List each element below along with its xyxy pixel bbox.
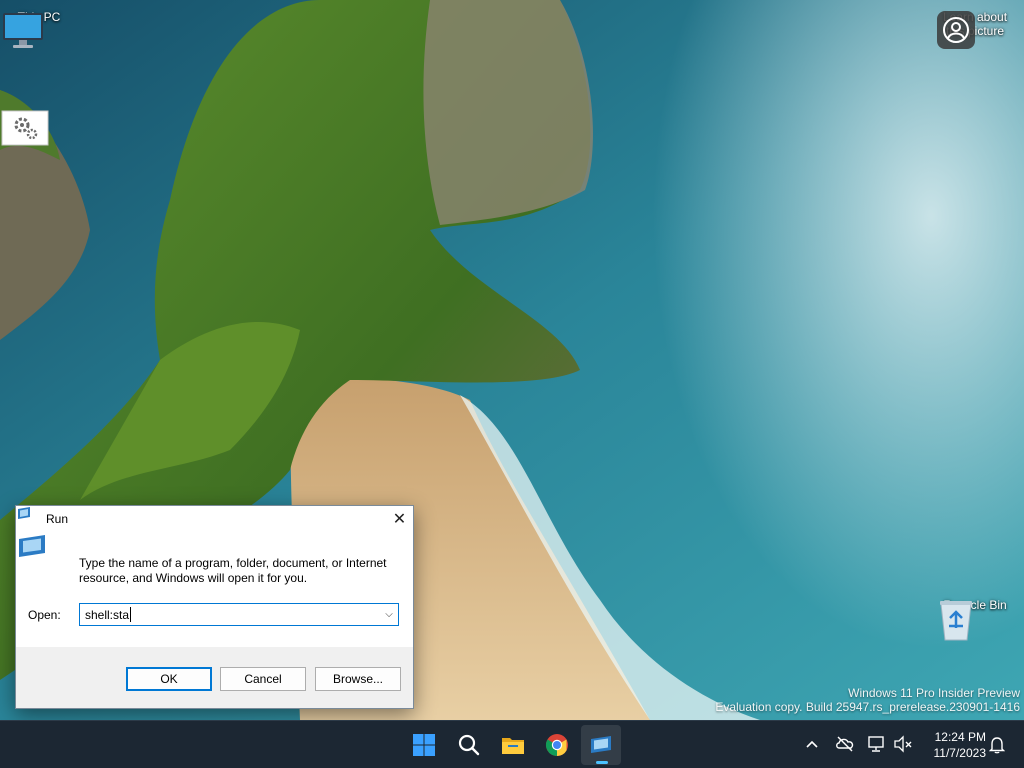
run-taskbar-button[interactable]: [581, 725, 621, 765]
taskbar: 12:24 PM 11/7/2023: [0, 720, 1024, 768]
run-body: Type the name of a program, folder, docu…: [16, 533, 413, 647]
start-button[interactable]: [404, 725, 444, 765]
desktop-icon-learn-about-picture[interactable]: Learn about this picture: [936, 10, 1014, 49]
watermark-line: Windows 11 Pro Insider Preview: [848, 686, 1020, 700]
watermark-line: Evaluation copy. Build 25947.rs_prerelea…: [715, 700, 1020, 714]
run-description: Type the name of a program, folder, docu…: [79, 556, 387, 585]
open-input-value[interactable]: shell:sta: [85, 608, 129, 622]
active-app-indicator: [596, 761, 608, 764]
chevron-down-icon: ⌵: [385, 609, 393, 620]
close-icon: ✕: [392, 511, 407, 528]
notification-bell-icon[interactable]: [989, 736, 1005, 754]
system-clock[interactable]: 12:24 PM 11/7/2023: [922, 729, 987, 761]
desktop-icon-this-pc[interactable]: This PC: [1, 10, 77, 48]
chrome-icon: [546, 734, 568, 756]
monitor-icon: [3, 13, 43, 48]
file-explorer-icon: [502, 738, 524, 754]
camera-info-icon: [937, 11, 975, 49]
network-icon[interactable]: [867, 735, 887, 753]
recycle-bin-icon: [940, 601, 972, 641]
desktop: This PC a Learn about this picture Recyc…: [0, 0, 1024, 720]
run-title: Run: [46, 512, 69, 526]
file-explorer-button[interactable]: [493, 725, 533, 765]
chevron-up-icon[interactable]: [805, 738, 819, 752]
chrome-button[interactable]: [537, 725, 577, 765]
onedrive-offline-icon[interactable]: [835, 735, 855, 753]
open-dropdown-button[interactable]: ⌵: [381, 605, 397, 624]
build-watermark: Windows 11 Pro Insider Preview Evaluatio…: [715, 686, 1020, 714]
open-input[interactable]: shell:sta ⌵: [79, 603, 399, 626]
settings-shortcut-icon: [1, 110, 49, 146]
browse-button[interactable]: Browse...: [315, 667, 401, 691]
run-app-icon: [18, 507, 30, 519]
run-app-icon: [19, 535, 45, 557]
text-caret: [130, 607, 131, 622]
volume-muted-icon[interactable]: [893, 735, 913, 753]
ok-button[interactable]: OK: [126, 667, 212, 691]
search-icon: [458, 734, 480, 756]
desktop-icon-a[interactable]: a: [1, 110, 77, 146]
search-button[interactable]: [449, 725, 489, 765]
cancel-button[interactable]: Cancel: [220, 667, 306, 691]
run-app-icon: [591, 736, 611, 753]
close-button[interactable]: ✕: [386, 506, 413, 533]
windows-start-icon: [413, 734, 435, 756]
run-titlebar[interactable]: Run ✕: [16, 506, 413, 533]
open-label: Open:: [28, 608, 61, 622]
clock-time: 12:24 PM: [934, 730, 986, 744]
desktop-icon-recycle-bin[interactable]: Recycle Bin: [936, 598, 1014, 641]
run-dialog: Run ✕ Type the name of a program, folder…: [15, 505, 414, 709]
clock-date: 11/7/2023: [933, 746, 987, 760]
